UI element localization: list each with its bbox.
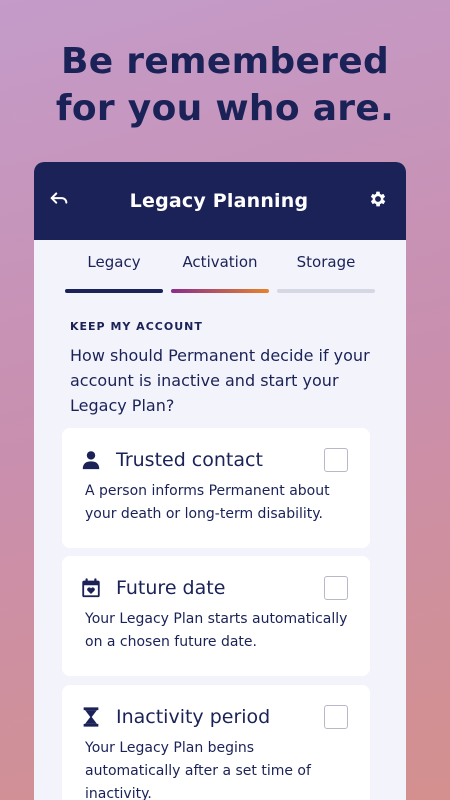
section-kicker: KEEP MY ACCOUNT [70,320,203,333]
option-card-trusted-contact[interactable]: Trusted contact A person informs Permane… [62,428,370,548]
gear-icon [370,191,386,207]
tab-legacy-progress-bar [65,289,163,293]
headline-line-2: for you who are. [55,88,395,129]
option-card-future-date[interactable]: Future date Your Legacy Plan starts auto… [62,556,370,676]
settings-button[interactable] [368,189,388,213]
tab-activation-label: Activation [182,253,258,271]
tab-storage[interactable]: Storage [277,252,375,293]
hourglass-icon [83,707,99,727]
step-tabs: Legacy Activation Storage [34,252,406,293]
question-section: KEEP MY ACCOUNT How should Permanent dec… [34,293,406,418]
option-checkbox[interactable] [324,448,348,472]
tab-activation[interactable]: Activation [171,252,269,293]
tab-storage-label: Storage [296,253,356,271]
option-title: Inactivity period [116,706,271,728]
app-screen: Legacy Planning Legacy Activation Storag… [34,162,406,800]
page-title: Legacy Planning [129,190,309,212]
back-button[interactable] [48,188,70,214]
option-card-inactivity-period[interactable]: Inactivity period Your Legacy Plan begin… [62,685,370,800]
person-icon [82,451,100,470]
back-arrow-icon [50,192,68,204]
option-checkbox[interactable] [324,576,348,600]
tab-storage-progress-bar [277,289,375,293]
option-title: Trusted contact [116,449,263,471]
app-bar: Legacy Planning [34,162,406,240]
tab-activation-progress-bar [171,289,269,293]
marketing-headline: Be remembered for you who are. [0,38,450,132]
option-checkbox[interactable] [324,705,348,729]
headline-line-1: Be remembered [60,41,390,82]
option-description: Your Legacy Plan begins automatically af… [85,740,311,800]
section-question: How should Permanent decide if your acco… [70,346,370,415]
tab-legacy[interactable]: Legacy [65,252,163,293]
option-description: A person informs Permanent about your de… [85,483,330,522]
tab-legacy-label: Legacy [87,253,141,271]
option-description: Your Legacy Plan starts automatically on… [85,611,348,650]
calendar-heart-icon [82,578,100,598]
option-title: Future date [116,577,226,599]
